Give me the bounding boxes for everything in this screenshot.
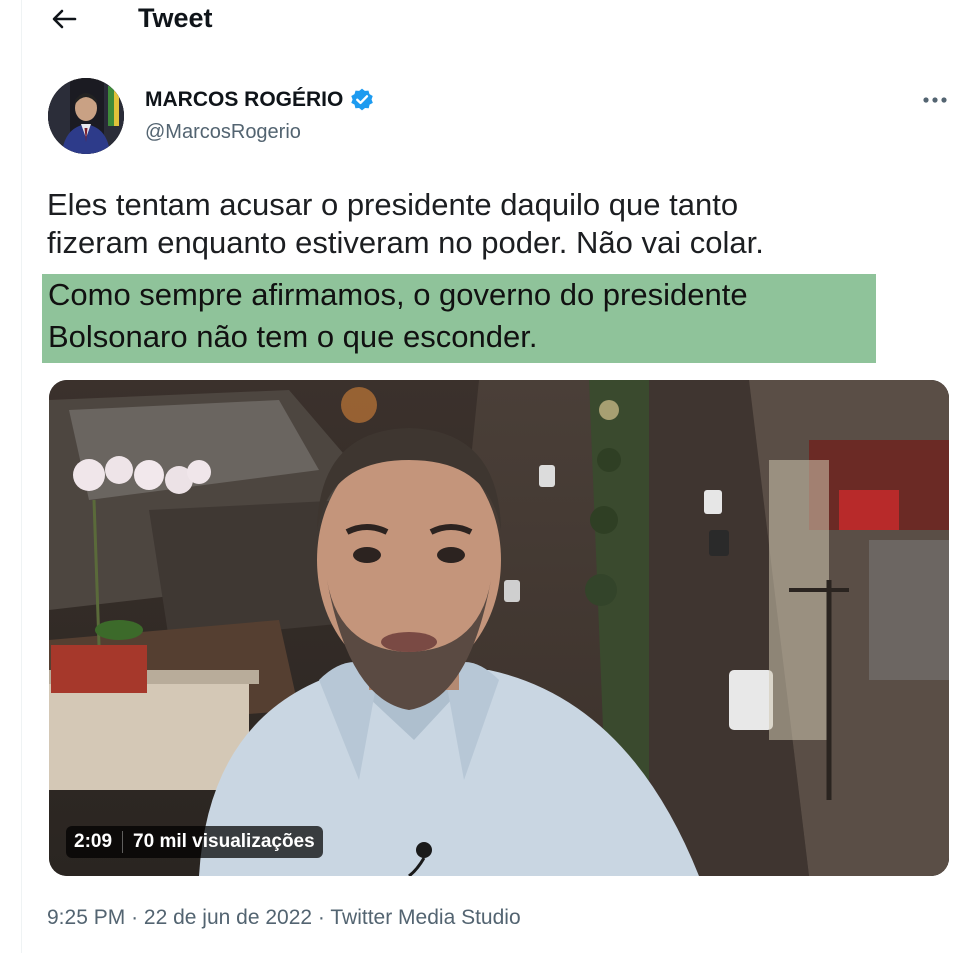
timeline-border: [21, 0, 22, 953]
video-player[interactable]: [49, 380, 949, 876]
arrow-left-icon: [52, 9, 77, 29]
tweet-source[interactable]: Twitter Media Studio: [330, 906, 520, 929]
highlighted-text-line: Bolsonaro não tem o que esconder.: [48, 319, 538, 354]
back-button[interactable]: [46, 2, 82, 36]
video-duration: 2:09: [74, 831, 124, 853]
author-name-text: MARCOS ROGÉRIO: [145, 88, 344, 111]
more-horizontal-icon: [923, 97, 947, 103]
tweet-text: Eles tentam acusar o presidente daquilo …: [47, 186, 927, 262]
separator: ·: [317, 906, 325, 929]
highlighted-text-line: Como sempre afirmamos, o governo do pres…: [48, 277, 748, 312]
tweet-time[interactable]: 9:25 PM: [47, 906, 125, 929]
separator: ·: [131, 906, 139, 929]
avatar[interactable]: [48, 78, 124, 154]
tweet-line: Eles tentam acusar o presidente daquilo …: [47, 187, 739, 222]
video-thumbnail: [49, 380, 949, 876]
verified-badge-icon: [351, 88, 374, 111]
more-options-button[interactable]: [915, 86, 955, 114]
tweet-line: fizeram enquanto estiveram no poder. Não…: [47, 225, 764, 260]
page-header: Tweet: [0, 0, 960, 40]
tweet-metadata: 9:25 PM · 22 de jun de 2022 · Twitter Me…: [47, 903, 521, 933]
page-title: Tweet: [138, 3, 213, 33]
video-stats: 2:09 70 mil visualizações: [66, 826, 323, 858]
author-handle[interactable]: @MarcosRogerio: [145, 119, 301, 145]
tweet-date[interactable]: 22 de jun de 2022: [144, 906, 312, 929]
author-name[interactable]: MARCOS ROGÉRIO: [145, 86, 375, 114]
video-views: 70 mil visualizações: [133, 831, 315, 852]
